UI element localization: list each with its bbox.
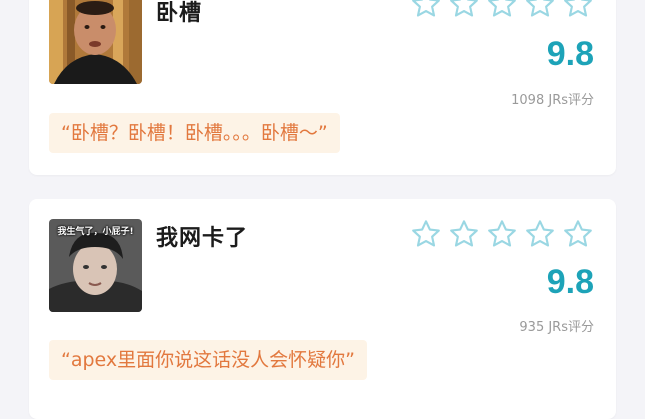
vote-count: 1098 JRs评分: [511, 93, 594, 108]
star-outline-icon[interactable]: [448, 218, 480, 250]
star-rating[interactable]: [410, 218, 594, 250]
item-name: 卧槽: [156, 1, 203, 26]
rating-card: 卧槽 9.8 1098 JRs评分 “卧槽？卧槽！卧槽。。。卧槽～”: [29, 0, 616, 175]
item-name: 我网卡了: [156, 226, 249, 251]
top-comment: “apex里面你说这话没人会怀疑你”: [49, 340, 367, 380]
score-value: 9.8: [546, 263, 594, 301]
star-outline-icon[interactable]: [486, 218, 518, 250]
star-rating[interactable]: [410, 0, 594, 20]
star-outline-icon[interactable]: [524, 0, 556, 20]
star-outline-icon[interactable]: [524, 218, 556, 250]
avatar-caption: 我生气了，小屁子!: [57, 227, 134, 237]
star-outline-icon[interactable]: [486, 0, 518, 20]
rating-card: 我生气了，小屁子! 我网卡了 9.8 935 JRs评分 “apex里面你说这话…: [29, 199, 616, 419]
star-outline-icon[interactable]: [410, 218, 442, 250]
avatar: 我生气了，小屁子!: [49, 219, 142, 312]
star-outline-icon[interactable]: [410, 0, 442, 20]
avatar: [49, 0, 142, 84]
top-comment: “卧槽？卧槽！卧槽。。。卧槽～”: [49, 113, 340, 153]
star-outline-icon[interactable]: [448, 0, 480, 20]
vote-count: 935 JRs评分: [519, 320, 594, 335]
star-outline-icon[interactable]: [562, 218, 594, 250]
star-outline-icon[interactable]: [562, 0, 594, 20]
score-value: 9.8: [546, 35, 594, 73]
